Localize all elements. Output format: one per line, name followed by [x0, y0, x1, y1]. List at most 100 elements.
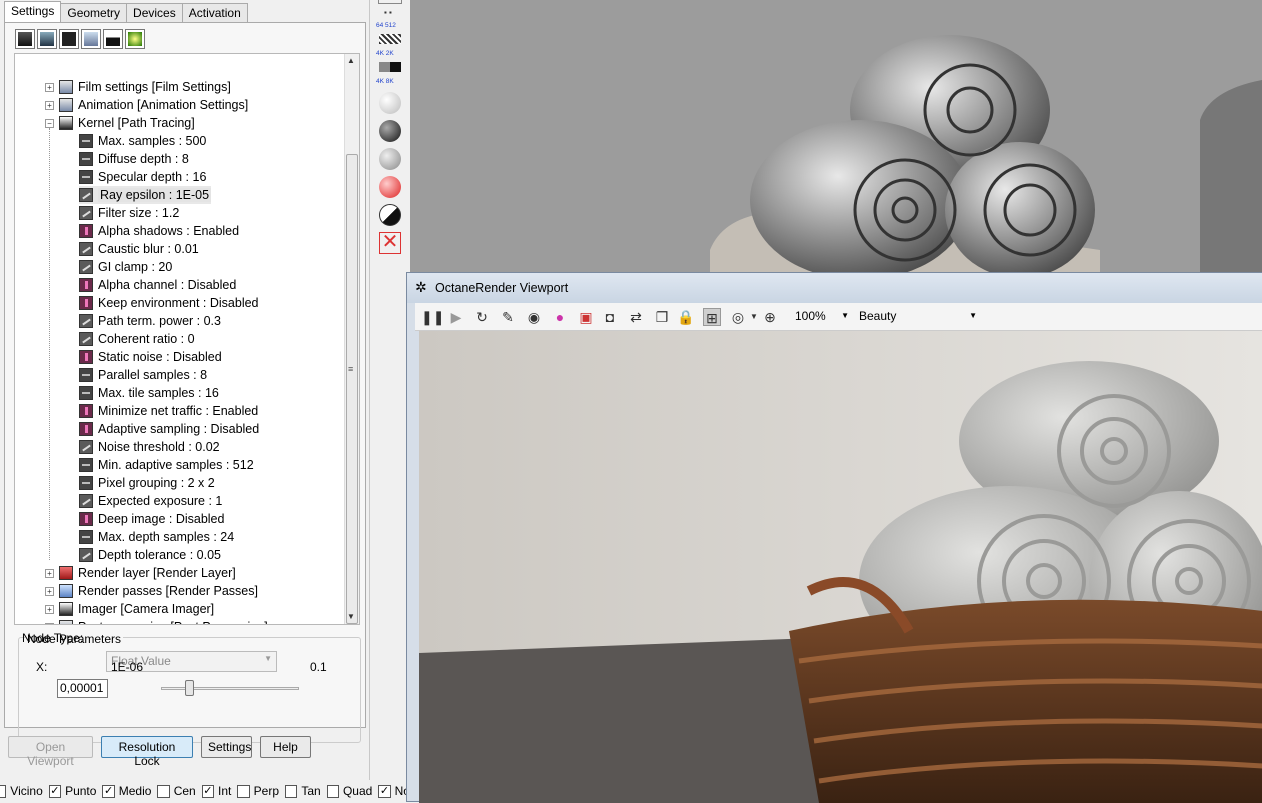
dots-icon[interactable]: ▪ ▪ — [384, 8, 396, 18]
tree-item[interactable]: Alpha channel : Disabled — [79, 276, 236, 294]
camera-icon[interactable] — [15, 29, 35, 49]
export-icon[interactable]: ⇄ — [627, 308, 645, 326]
tree-item[interactable]: Caustic blur : 0.01 — [79, 240, 199, 258]
expand-icon[interactable]: + — [45, 100, 54, 110]
x-value-input[interactable]: 0,00001 — [57, 679, 108, 698]
tree-item[interactable]: Max. samples : 500 — [79, 132, 206, 150]
tree-item[interactable]: Deep image : Disabled — [79, 510, 224, 528]
expand-icon[interactable]: + — [45, 82, 54, 92]
expand-icon[interactable]: + — [45, 586, 54, 596]
lock-icon[interactable]: 🔒 — [677, 308, 695, 326]
tree-item[interactable]: Alpha shadows : Enabled — [79, 222, 239, 240]
resolution-lock-button[interactable]: Resolution Lock — [101, 736, 193, 768]
tree-item[interactable]: Static noise : Disabled — [79, 348, 222, 366]
expand-icon[interactable]: + — [45, 604, 54, 614]
expand-icon[interactable]: + — [45, 622, 54, 624]
pause-icon[interactable]: ❚❚ — [421, 308, 444, 326]
tree-item[interactable]: Adaptive sampling : Disabled — [79, 420, 259, 438]
tree-item[interactable]: Coherent ratio : 0 — [79, 330, 195, 348]
tree-item[interactable]: Max. tile samples : 16 — [79, 384, 219, 402]
copy-icon[interactable]: ❐ — [653, 308, 671, 326]
tree-group[interactable]: − Kernel [Path Tracing] — [45, 114, 195, 132]
zoom-select[interactable]: 100% ▼ — [791, 307, 851, 327]
tree-group[interactable]: + Animation [Animation Settings] — [45, 96, 248, 114]
grain-icon[interactable] — [379, 34, 401, 44]
white-sphere-icon[interactable] — [379, 92, 401, 114]
viewport-titlebar[interactable]: ✲ OctaneRender Viewport — [407, 273, 1262, 303]
tree-item[interactable]: Noise threshold : 0.02 — [79, 438, 220, 456]
red-sphere-icon[interactable] — [379, 176, 401, 198]
snap-checkbox[interactable]: ✓ — [102, 784, 115, 798]
tree-item[interactable]: Specular depth : 16 — [79, 168, 206, 186]
snap-checkbox[interactable]: ✓ — [48, 784, 62, 798]
tree-item[interactable]: Filter size : 1.2 — [79, 204, 179, 222]
bool-node-icon — [79, 350, 93, 364]
material-picker-icon[interactable]: ◉ — [525, 308, 543, 326]
focus-picker-icon[interactable]: ✎ — [499, 308, 517, 326]
snap-checkbox[interactable] — [326, 784, 339, 798]
rhino-shaded-viewport[interactable] — [410, 0, 1262, 275]
kernel-icon[interactable] — [59, 29, 79, 49]
region-render-icon[interactable]: ▣ — [577, 308, 595, 326]
tree-item[interactable]: Keep environment : Disabled — [79, 294, 259, 312]
restart-icon[interactable]: ↻ — [473, 308, 491, 326]
tree-item[interactable]: Diffuse depth : 8 — [79, 150, 189, 168]
settings-button[interactable]: Settings — [201, 736, 252, 758]
tab-devices[interactable]: Devices — [126, 3, 183, 22]
postprocess-icon[interactable] — [125, 29, 145, 49]
snap-checkbox[interactable]: ✓ — [201, 784, 215, 798]
tab-settings[interactable]: Settings — [4, 1, 62, 23]
tree-item[interactable]: Parallel samples : 8 — [79, 366, 207, 384]
render-pass-select[interactable]: Beauty ▼ — [855, 307, 979, 327]
tree-label: Parallel samples : 8 — [98, 368, 208, 382]
tree-group[interactable]: + Render passes [Render Passes] — [45, 582, 258, 600]
material-sphere-icon[interactable] — [379, 148, 401, 170]
tree-item[interactable]: Depth tolerance : 0.05 — [79, 546, 221, 564]
x-slider[interactable] — [161, 687, 299, 690]
render-target-icon[interactable] — [37, 29, 57, 49]
tab-activation[interactable]: Activation — [181, 3, 248, 22]
snap-checkbox[interactable] — [0, 784, 7, 798]
tab-geometry[interactable]: Geometry — [60, 3, 128, 22]
scroll-down-icon[interactable]: ▼ — [347, 612, 355, 621]
tree-label: Ray epsilon : 1E-05 — [98, 188, 212, 202]
help-button[interactable]: Help — [260, 736, 311, 758]
tree-item[interactable]: Min. adaptive samples : 512 — [79, 456, 254, 474]
snap-checkbox[interactable]: ✓ — [378, 784, 391, 798]
tree-group[interactable]: + Film settings [Film Settings] — [45, 78, 231, 96]
save-image-icon[interactable]: ◘ — [601, 308, 619, 326]
render-layer-icon[interactable] — [81, 29, 101, 49]
tree-scrollbar-thumb[interactable] — [346, 154, 358, 624]
delete-cross-icon[interactable]: ✕ — [379, 232, 401, 254]
snap-checkbox[interactable] — [285, 784, 298, 798]
tree-group[interactable]: + Render layer [Render Layer] — [45, 564, 236, 582]
imager-icon[interactable] — [103, 29, 123, 49]
scroll-up-icon[interactable]: ▲ — [347, 56, 355, 65]
tree-item[interactable]: Minimize net traffic : Enabled — [79, 402, 258, 420]
expand-icon[interactable]: + — [45, 568, 54, 578]
tree-item[interactable]: GI clamp : 20 — [79, 258, 172, 276]
tree-item[interactable]: Path term. power : 0.3 — [79, 312, 221, 330]
tree-item[interactable]: Expected exposure : 1 — [79, 492, 222, 510]
x-slider-thumb[interactable] — [184, 680, 194, 696]
zoom-icon[interactable]: ⊕ — [761, 308, 779, 326]
color-picker-icon[interactable]: ● — [551, 308, 569, 326]
open-viewport-button[interactable]: Open Viewport — [8, 736, 93, 768]
collapse-icon[interactable]: − — [45, 118, 54, 128]
dark-sphere-icon[interactable] — [379, 120, 401, 142]
node-tree[interactable]: + Film settings [Film Settings] + Animation… — [14, 53, 360, 625]
grid-view-icon[interactable]: ⊞ — [703, 308, 721, 326]
tree-item[interactable]: Max. depth samples : 24 — [79, 528, 234, 546]
flt-node-icon — [79, 314, 93, 328]
tree-item[interactable]: Pixel grouping : 2 x 2 — [79, 474, 215, 492]
snap-checkbox[interactable] — [237, 784, 250, 798]
strip-top-icon[interactable] — [378, 0, 402, 4]
snap-checkbox[interactable] — [157, 784, 170, 798]
tree-group[interactable]: + Imager [Camera Imager] — [45, 600, 214, 618]
render-output[interactable] — [419, 331, 1262, 803]
tree-item[interactable]: Ray epsilon : 1E-05 — [79, 186, 212, 204]
play-icon[interactable]: ▶ — [447, 308, 465, 326]
tree-group[interactable]: + Post processing [Post Processing] — [45, 618, 268, 624]
contrast-icon[interactable] — [379, 204, 401, 226]
resolution-icon[interactable] — [379, 62, 401, 72]
